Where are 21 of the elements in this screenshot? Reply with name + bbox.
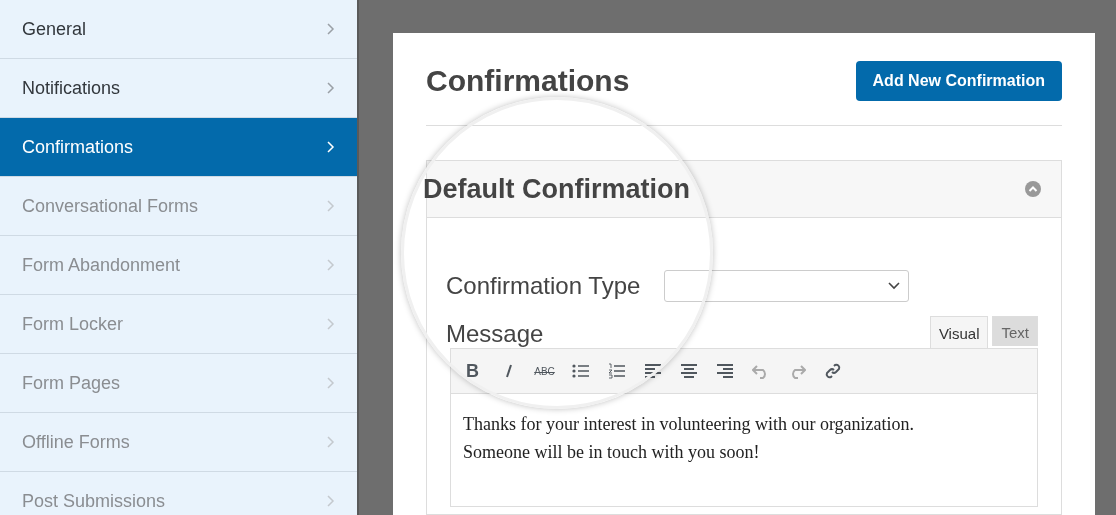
chevron-right-icon: [327, 200, 335, 212]
add-confirmation-button[interactable]: Add New Confirmation: [855, 61, 1062, 101]
bold-button[interactable]: B: [466, 360, 479, 382]
chevron-right-icon: [327, 377, 335, 389]
sidebar-item[interactable]: Confirmations: [0, 118, 357, 177]
editor-tab[interactable]: Visual: [929, 316, 989, 349]
chevron-right-icon: [327, 259, 335, 271]
chevron-right-icon: [327, 82, 335, 94]
chevron-right-icon: [327, 318, 335, 330]
chevron-right-icon: [327, 23, 335, 35]
chevron-right-icon: [327, 436, 335, 448]
field-label: Confirmation Type: [446, 272, 641, 300]
editor-tab[interactable]: Text: [992, 316, 1038, 346]
collapse-icon[interactable]: [1025, 181, 1041, 197]
chevron-right-icon: [327, 495, 335, 507]
page-title: Confirmations: [426, 64, 630, 98]
chevron-right-icon: [327, 141, 335, 153]
chevron-down-icon: [888, 282, 900, 290]
message-editor[interactable]: Thanks for your interest in volunteering with our organization. Someone will be in touch with you soon!: [451, 394, 1037, 506]
strikethrough-button[interactable]: ABC: [534, 365, 555, 377]
field-label: Message: [446, 320, 544, 348]
